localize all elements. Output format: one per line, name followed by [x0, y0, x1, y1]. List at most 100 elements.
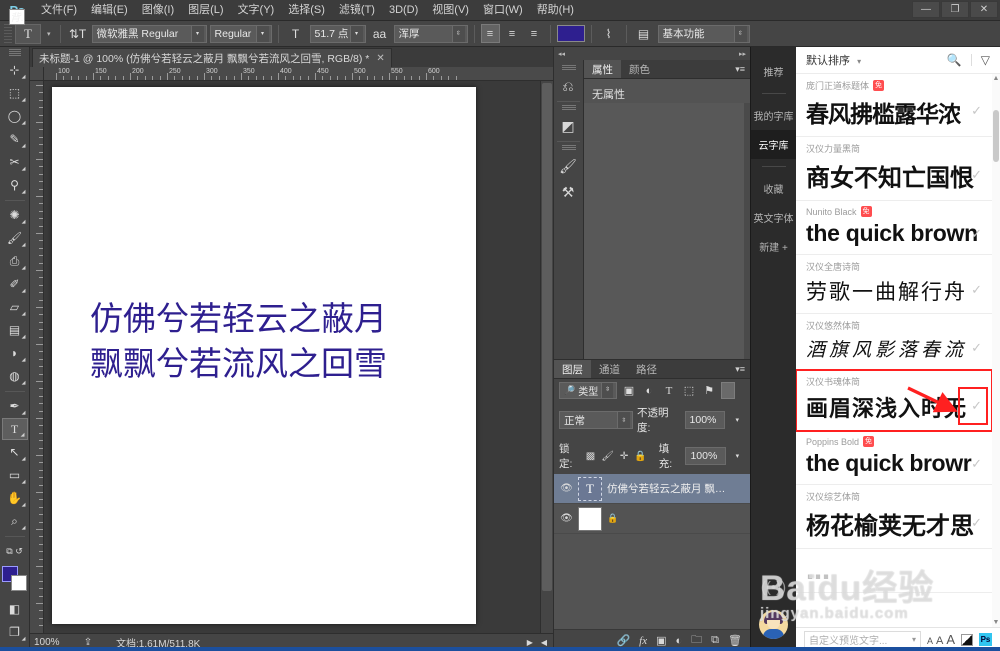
- chevron-down-icon[interactable]: ▾: [256, 26, 269, 42]
- brush-presets-icon[interactable]: 🖌: [554, 153, 582, 179]
- menu-type[interactable]: 文字(Y): [231, 0, 282, 21]
- opacity-chevron-down-icon[interactable]: ▾: [729, 412, 745, 429]
- list-item[interactable]: 庞门正道标题体 免 春风拂槛露华浓 ✓: [796, 74, 992, 137]
- scroll-up-icon[interactable]: ▲: [992, 74, 1000, 83]
- list-item[interactable]: Nunito Black 免 the quick brown ✓: [796, 201, 992, 255]
- check-icon[interactable]: ✓: [971, 340, 982, 356]
- canvas[interactable]: 仿佛兮若轻云之蔽月 飘飘兮若流风之回雪: [52, 87, 476, 624]
- menu-edit[interactable]: 编辑(E): [84, 0, 135, 21]
- status-arrows[interactable]: ▶ ◀: [527, 638, 547, 647]
- lock-image-icon[interactable]: 🖌: [601, 451, 614, 462]
- menu-window[interactable]: 窗口(W): [476, 0, 530, 21]
- filter-toggle-switch[interactable]: [721, 382, 735, 399]
- new-layer-icon[interactable]: ⧉: [711, 634, 719, 647]
- gradient-tool[interactable]: ▤◢: [2, 319, 28, 341]
- check-icon[interactable]: ✓: [971, 282, 982, 298]
- list-item[interactable]: 汉仪全唐诗简 劳歌一曲解行舟 ✓: [796, 255, 992, 314]
- layer-visibility-icon[interactable]: 👁: [560, 483, 573, 494]
- layer-visibility-icon[interactable]: 👁: [560, 513, 573, 524]
- filter-smart-icon[interactable]: ⚑: [701, 382, 717, 399]
- lasso-tool[interactable]: ◯◢: [2, 105, 28, 127]
- opacity-input[interactable]: 100%: [685, 411, 726, 429]
- chevron-down-icon[interactable]: ▾: [857, 57, 861, 66]
- background-color-swatch[interactable]: [11, 575, 27, 591]
- align-left-button[interactable]: ≡: [481, 24, 500, 43]
- history-brush-tool[interactable]: ✐◢: [2, 273, 28, 295]
- tab-color[interactable]: 颜色: [621, 60, 658, 78]
- list-item-highlighted[interactable]: 汉仪书魂体简 画眉深浅入时无 ✓: [796, 370, 992, 431]
- list-item[interactable]: …: [796, 549, 992, 593]
- filter-pixel-icon[interactable]: ▣: [621, 382, 637, 399]
- layer-thumbnail[interactable]: T: [578, 477, 602, 501]
- menu-filter[interactable]: 滤镜(T): [332, 0, 382, 21]
- font-style-select[interactable]: Regular ▾: [210, 25, 272, 43]
- default-colors-icon[interactable]: ⧉ ↺: [2, 540, 28, 562]
- search-icon[interactable]: 🔍: [947, 53, 962, 67]
- collapse-left-icon[interactable]: ◂◂: [558, 50, 565, 58]
- brush-tool[interactable]: 🖌◢: [2, 227, 28, 249]
- filter-type-icon[interactable]: T: [661, 382, 677, 399]
- contrast-toggle-icon[interactable]: [961, 634, 973, 646]
- rail-grip[interactable]: [562, 105, 576, 111]
- history-panel-icon[interactable]: ⎌: [554, 73, 582, 99]
- fill-input[interactable]: 100%: [685, 447, 725, 465]
- menu-3d[interactable]: 3D(D): [382, 0, 425, 21]
- arrow-right-icon[interactable]: ▶: [527, 638, 533, 647]
- font-list-scrollbar[interactable]: ▲ ▼: [992, 74, 1000, 627]
- eyedropper-tool[interactable]: ⚲◢: [2, 174, 28, 196]
- menu-view[interactable]: 视图(V): [425, 0, 476, 21]
- close-button[interactable]: ✕: [970, 1, 998, 18]
- active-tool-icon[interactable]: T: [15, 24, 41, 44]
- chevron-down-icon[interactable]: ▾: [912, 635, 916, 644]
- table-row[interactable]: 👁 T 仿佛兮若轻云之蔽月 飘…: [554, 474, 750, 504]
- scrollbar-thumb[interactable]: [542, 83, 552, 591]
- layer-mask-icon[interactable]: ▣: [656, 634, 666, 647]
- canvas-text-block[interactable]: 仿佛兮若轻云之蔽月 飘飘兮若流风之回雪: [90, 297, 387, 386]
- quick-mask-icon[interactable]: ◧: [2, 598, 28, 620]
- filter-icon[interactable]: ▽: [981, 53, 990, 67]
- vertical-ruler[interactable]: [30, 81, 44, 633]
- list-item[interactable]: 汉仪综艺体简 杨花榆荚无才思 ✓: [796, 485, 992, 549]
- hand-tool[interactable]: ✋◢: [2, 487, 28, 509]
- brush-settings-icon[interactable]: ⚒: [554, 179, 582, 205]
- move-tool[interactable]: ⊹◢: [2, 59, 28, 81]
- chevron-down-icon[interactable]: ▾: [191, 26, 204, 42]
- check-icon[interactable]: ✓: [971, 103, 982, 119]
- menu-layer[interactable]: 图层(L): [181, 0, 230, 21]
- canvas-vertical-scrollbar[interactable]: [540, 81, 553, 633]
- check-icon[interactable]: ✓: [971, 515, 982, 531]
- check-icon[interactable]: ✓: [971, 167, 982, 183]
- close-icon[interactable]: ✕: [376, 53, 384, 64]
- preview-size-large-button[interactable]: A: [946, 632, 955, 647]
- panel-menu-icon[interactable]: ▾≡: [730, 60, 750, 78]
- scroll-down-icon[interactable]: ▼: [992, 618, 1000, 627]
- fill-chevron-down-icon[interactable]: ▾: [730, 448, 745, 465]
- warp-text-icon[interactable]: ⌇: [598, 24, 620, 44]
- lock-position-icon[interactable]: ✛: [620, 451, 628, 462]
- spinner-icon[interactable]: ⇳: [617, 412, 630, 428]
- spinner-icon[interactable]: ⇳: [452, 26, 465, 42]
- avatar[interactable]: [759, 610, 788, 639]
- chevron-down-icon[interactable]: ▾: [350, 26, 363, 42]
- adjustment-layer-icon[interactable]: ◐: [676, 635, 683, 647]
- scrollbar-thumb[interactable]: [993, 110, 999, 162]
- layer-style-icon[interactable]: fx: [639, 635, 647, 647]
- text-color-swatch[interactable]: [557, 25, 585, 42]
- font-list[interactable]: 庞门正道标题体 免 春风拂槛露华浓 ✓ 汉仪力量黑简 商女不知亡国恨 ✓: [796, 74, 1000, 627]
- font-family-select[interactable]: 微软雅黑 Regular ▾: [92, 25, 207, 43]
- filter-adjustment-icon[interactable]: ◐: [641, 382, 657, 399]
- antialias-select[interactable]: 浑厚 ⇳: [394, 25, 468, 43]
- tools-panel-grip[interactable]: [9, 49, 21, 56]
- sort-select[interactable]: 默认排序 ▾: [806, 52, 861, 68]
- minimize-button[interactable]: —: [912, 1, 940, 18]
- dock-collapse-bar[interactable]: ◂◂ ▸▸: [554, 47, 750, 60]
- sidebar-item-recommend[interactable]: 推荐: [751, 57, 796, 86]
- sidebar-item-new[interactable]: 新建 +: [751, 232, 796, 261]
- list-item[interactable]: Poppins Bold 免 the quick browr ✓: [796, 431, 992, 485]
- menu-image[interactable]: 图像(I): [135, 0, 181, 21]
- lock-transparent-icon[interactable]: ▩: [586, 451, 595, 462]
- quick-select-tool[interactable]: ✎◢: [2, 128, 28, 150]
- crop-tool[interactable]: ✂◢: [2, 151, 28, 173]
- filter-shape-icon[interactable]: ⬚: [681, 382, 697, 399]
- align-right-button[interactable]: ≡: [525, 24, 544, 43]
